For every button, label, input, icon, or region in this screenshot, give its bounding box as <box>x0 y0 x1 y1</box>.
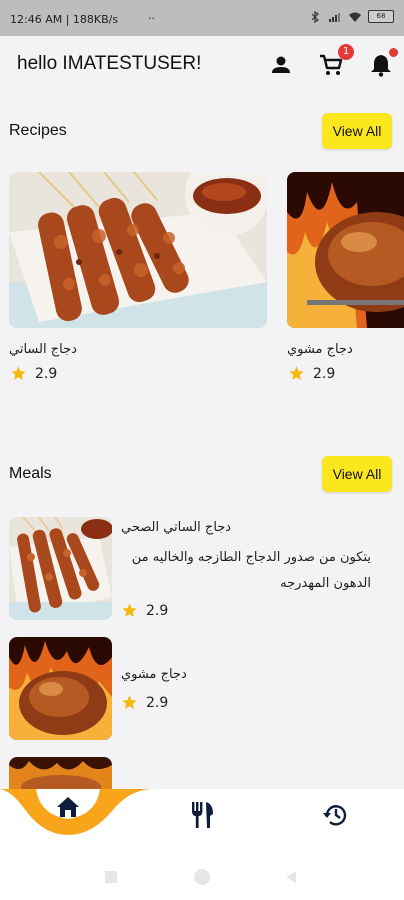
status-time: 12:46 AM | 188KB/s <box>10 13 119 26</box>
meal-name: دجاج الساتي الصحي <box>121 520 232 535</box>
status-bar: 12:46 AM | 188KB/s ·· 68 <box>0 0 404 36</box>
recipes-title: Recipes <box>9 122 67 139</box>
person-icon <box>272 56 290 73</box>
recipes-carousel[interactable]: دجاج الساتي 2.9 دجاج مشوي 2.9 <box>0 172 404 392</box>
meal-rating-value: 2.9 <box>146 694 169 711</box>
meal-item[interactable]: دجاج مشوي 2.9 <box>9 637 389 741</box>
system-navigation-bar <box>0 853 404 900</box>
meal-rating: 2.9 <box>121 694 168 711</box>
star-icon <box>11 366 26 380</box>
history-icon <box>323 805 347 826</box>
app-header: hello IMATESTUSER! 1 <box>0 36 404 94</box>
circle-icon <box>194 869 210 885</box>
recipe-rating: 2.9 <box>10 365 57 382</box>
star-icon <box>122 603 137 617</box>
bluetooth-icon <box>311 10 319 23</box>
meal-item[interactable] <box>9 757 112 789</box>
recent-apps-button[interactable] <box>104 869 118 888</box>
recipe-name: دجاج مشوي <box>287 342 353 357</box>
greeting-text: hello IMATESTUSER! <box>17 53 202 74</box>
meal-rating: 2.9 <box>121 602 168 619</box>
status-icons: 68 <box>308 10 394 23</box>
status-dots: ·· <box>148 12 155 25</box>
home-system-button[interactable] <box>192 867 212 891</box>
recipe-image-satay <box>9 172 267 328</box>
nav-home-button[interactable] <box>46 787 90 827</box>
recipe-name: دجاج الساتي <box>9 342 77 357</box>
nav-meals-button[interactable] <box>180 795 224 835</box>
meal-description: يتكون من صدور الدجاج الطازجه والخاليه من… <box>131 550 371 591</box>
signal-icon <box>329 12 340 22</box>
recipe-card[interactable]: دجاج الساتي 2.9 <box>9 172 267 392</box>
meal-name: دجاج مشوي <box>121 667 187 682</box>
bottom-navigation <box>0 789 404 853</box>
meals-title: Meals <box>9 465 52 482</box>
wifi-icon <box>349 12 361 22</box>
recipe-rating-value: 2.9 <box>35 365 58 382</box>
cart-button[interactable]: 1 <box>318 44 354 78</box>
meal-image-satay <box>9 517 112 620</box>
recipe-image-grilled <box>287 172 404 328</box>
cart-count-badge: 1 <box>338 44 354 60</box>
recipe-rating: 2.9 <box>288 365 335 382</box>
back-triangle-icon <box>286 871 296 883</box>
meal-rating-value: 2.9 <box>146 602 169 619</box>
notifications-button[interactable] <box>368 48 398 78</box>
recipes-view-all-button[interactable]: View All <box>322 113 392 149</box>
star-icon <box>122 695 137 709</box>
recipe-rating-value: 2.9 <box>313 365 336 382</box>
battery-icon: 68 <box>368 10 394 23</box>
meal-image-grilled <box>9 637 112 740</box>
meals-view-all-button[interactable]: View All <box>322 456 392 492</box>
meal-item[interactable]: دجاج الساتي الصحي يتكون من صدور الدجاج ا… <box>9 517 389 621</box>
star-icon <box>289 366 304 380</box>
home-icon <box>57 797 79 817</box>
meal-image-partial <box>9 757 112 789</box>
square-icon <box>105 871 117 883</box>
back-button[interactable] <box>284 869 298 888</box>
recipe-card[interactable]: دجاج مشوي 2.9 <box>287 172 404 392</box>
fork-knife-icon <box>192 802 213 828</box>
profile-button[interactable] <box>268 52 294 78</box>
nav-history-button[interactable] <box>314 795 358 835</box>
notification-dot <box>389 48 398 57</box>
